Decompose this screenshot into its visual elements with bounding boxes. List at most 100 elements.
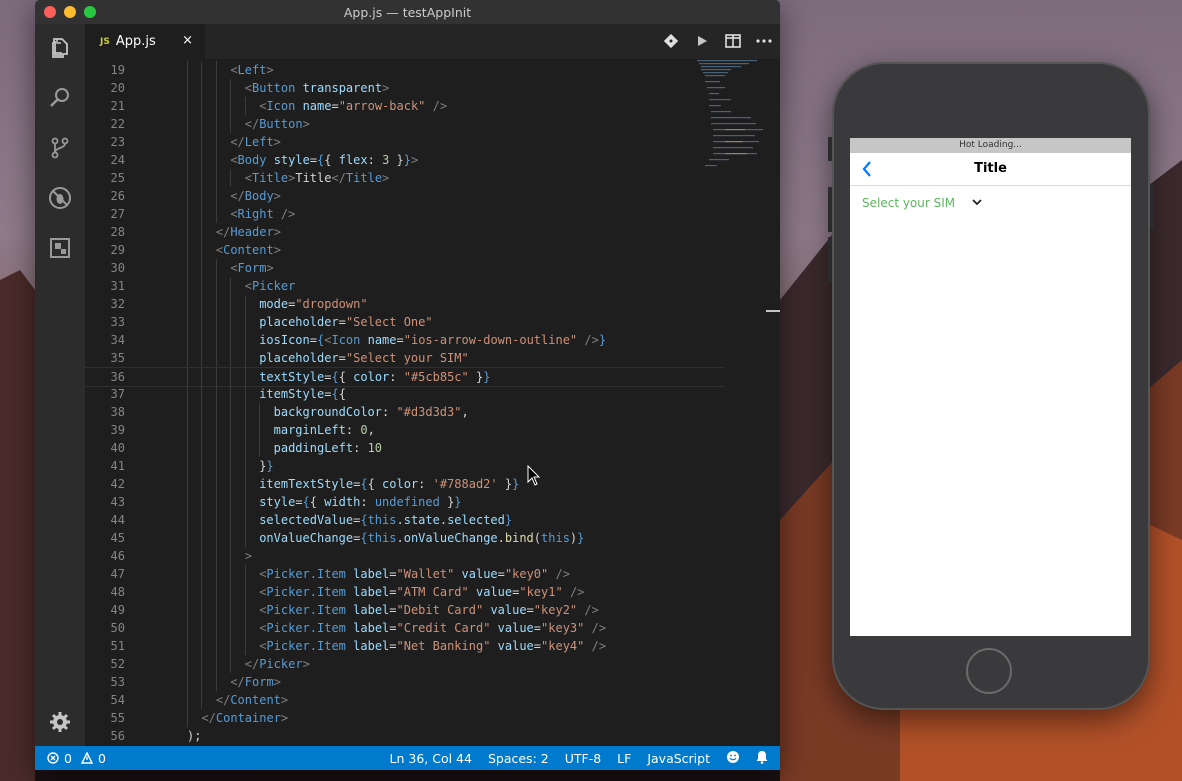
code-line[interactable]: 31 <Picker [85, 277, 725, 295]
line-number: 45 [110, 531, 125, 545]
indent-guide [215, 349, 217, 367]
code-line[interactable]: 44 selectedValue={this.state.selected} [85, 511, 725, 529]
indent-guide [201, 368, 203, 386]
debug-icon[interactable] [47, 185, 73, 211]
indent-guide [201, 673, 203, 691]
indent-guide [201, 583, 203, 601]
code-line[interactable]: 56); [85, 727, 725, 745]
indent-guide [201, 547, 203, 565]
code-line[interactable]: 38 backgroundColor: "#d3d3d3", [85, 403, 725, 421]
code-editor[interactable]: 19 <Left> 20 <Button transparent> 21 <Icon na… [85, 59, 780, 746]
code-line[interactable]: 29 <Content> [85, 241, 725, 259]
run-icon[interactable] [694, 33, 710, 49]
line-number: 38 [110, 405, 125, 419]
git-compare-icon[interactable] [663, 33, 679, 49]
code-line[interactable]: 49 <Picker.Item label="Debit Card" value=… [85, 601, 725, 619]
code-line[interactable]: 46 > [85, 547, 725, 565]
code-line[interactable]: 45 onValueChange={this.onValueChange.bind… [85, 529, 725, 547]
code-line[interactable]: 50 <Picker.Item label="Credit Card" value… [85, 619, 725, 637]
home-button[interactable] [966, 648, 1012, 694]
code-text: </Picker> [244, 657, 310, 671]
settings-gear-icon[interactable] [47, 709, 73, 735]
indent-guide [201, 349, 203, 367]
code-line[interactable]: 25 <Title>Title</Title> [85, 169, 725, 187]
code-text: <Left> [230, 63, 274, 77]
code-line[interactable]: 43 style={{ width: undefined }} [85, 493, 725, 511]
indent-guide [201, 97, 203, 115]
search-icon[interactable] [47, 85, 73, 111]
code-line[interactable]: 21 <Icon name="arrow-back" /> [85, 97, 725, 115]
line-number: 25 [110, 171, 125, 185]
maximize-window-button[interactable] [84, 6, 96, 18]
code-line[interactable]: 40 paddingLeft: 10 [85, 439, 725, 457]
explorer-icon[interactable] [47, 35, 73, 61]
indent-guide [244, 565, 246, 583]
indent-guide [230, 529, 232, 547]
sim-picker[interactable]: Select your SIM [862, 196, 955, 210]
feedback-smiley-icon[interactable] [726, 750, 740, 767]
problems-indicator[interactable]: 0 0 [47, 751, 106, 766]
line-number: 40 [110, 441, 125, 455]
indent-guide [201, 511, 203, 529]
code-line[interactable]: 34 iosIcon={<Icon name="ios-arrow-down-ou… [85, 331, 725, 349]
extensions-icon[interactable] [47, 235, 73, 261]
code-line[interactable]: 35 placeholder="Select your SIM" [85, 349, 725, 367]
indent-guide [244, 493, 246, 511]
code-line[interactable]: 37 itemStyle={{ [85, 385, 725, 403]
code-line[interactable]: 54 </Content> [85, 691, 725, 709]
indent-guide [244, 331, 246, 349]
language-mode[interactable]: JavaScript [647, 751, 710, 766]
encoding[interactable]: UTF-8 [565, 751, 601, 766]
indent-guide [187, 655, 188, 673]
indent-guide [230, 349, 232, 367]
code-text: iosIcon={<Icon name="ios-arrow-down-outl… [259, 333, 607, 347]
line-number: 19 [110, 63, 125, 77]
source-control-icon[interactable] [47, 135, 73, 161]
code-line[interactable]: 19 <Left> [85, 61, 725, 79]
indent-guide [215, 547, 217, 565]
tab-app-js[interactable]: JS App.js × [85, 24, 205, 59]
indent-guide [230, 331, 232, 349]
code-line[interactable]: 32 mode="dropdown" [85, 295, 725, 313]
line-number: 26 [110, 189, 125, 203]
code-line[interactable]: 55 </Container> [85, 709, 725, 727]
code-line[interactable]: 52 </Picker> [85, 655, 725, 673]
indent-guide [215, 368, 217, 386]
minimize-window-button[interactable] [64, 6, 76, 18]
code-line[interactable]: 41}} [85, 457, 725, 475]
code-line[interactable]: 22 </Button> [85, 115, 725, 133]
code-line[interactable]: 39 marginLeft: 0, [85, 421, 725, 439]
code-line[interactable]: 53 </Form> [85, 673, 725, 691]
indent-guide [230, 421, 232, 439]
code-line[interactable]: 27 <Right /> [85, 205, 725, 223]
code-line[interactable]: 20 <Button transparent> [85, 79, 725, 97]
indent-guide [201, 439, 203, 457]
notifications-bell-icon[interactable] [756, 750, 768, 767]
code-text: backgroundColor: "#d3d3d3", [273, 405, 469, 419]
more-actions-icon[interactable] [756, 33, 772, 49]
indent-guide [201, 151, 203, 169]
code-line[interactable]: 24 <Body style={{ flex: 3 }}> [85, 151, 725, 169]
close-window-button[interactable] [44, 6, 56, 18]
line-number: 53 [110, 675, 125, 689]
scrollbar-slider[interactable] [766, 310, 780, 312]
indent-guide [215, 331, 217, 349]
close-tab-icon[interactable]: × [182, 33, 193, 48]
code-line[interactable]: 23 </Left> [85, 133, 725, 151]
code-line[interactable]: 47 <Picker.Item label="Wallet" value="key… [85, 565, 725, 583]
code-line[interactable]: 36 textStyle={{ color: "#5cb85c" }} [85, 367, 725, 387]
code-line[interactable]: 33 placeholder="Select One" [85, 313, 725, 331]
code-line[interactable]: 48 <Picker.Item label="ATM Card" value="k… [85, 583, 725, 601]
code-text: selectedValue={this.state.selected} [259, 513, 513, 527]
indent-guide [187, 115, 188, 133]
code-line[interactable]: 51 <Picker.Item label="Net Banking" value… [85, 637, 725, 655]
code-line[interactable]: 42 itemTextStyle={{ color: '#788ad2' }} [85, 475, 725, 493]
split-editor-icon[interactable] [725, 33, 741, 49]
code-line[interactable]: 26 </Body> [85, 187, 725, 205]
end-of-line[interactable]: LF [617, 751, 631, 766]
code-line[interactable]: 28 </Header> [85, 223, 725, 241]
chevron-down-icon[interactable] [971, 197, 983, 207]
indentation[interactable]: Spaces: 2 [488, 751, 549, 766]
code-line[interactable]: 30 <Form> [85, 259, 725, 277]
cursor-position[interactable]: Ln 36, Col 44 [390, 751, 472, 766]
